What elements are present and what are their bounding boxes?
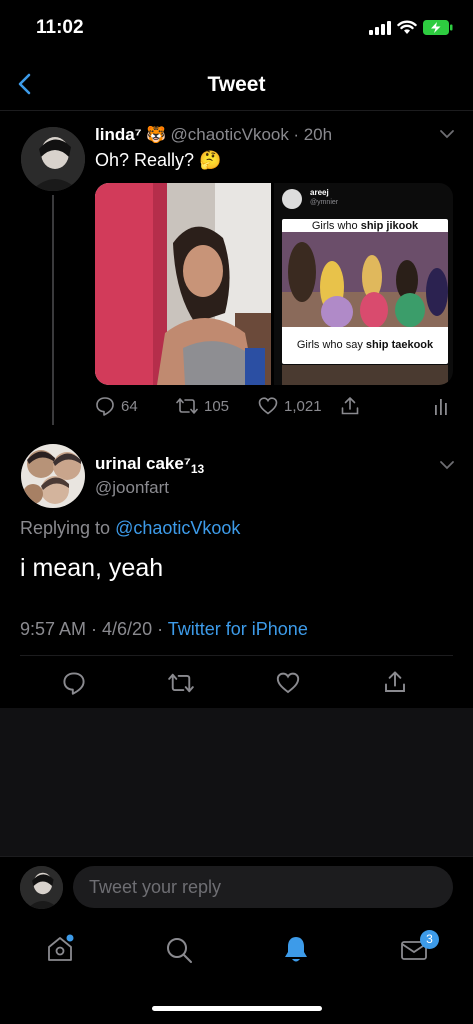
retweet-icon xyxy=(176,398,198,414)
analytics-action[interactable] xyxy=(433,397,449,420)
meme-caption-top: Girls who ship jikook xyxy=(311,220,419,232)
heart-icon xyxy=(258,397,278,415)
retweet-action[interactable]: 105 xyxy=(176,396,229,416)
reply-author-name: urinal cake⁷ xyxy=(95,454,191,473)
reply-menu-button[interactable] xyxy=(438,458,456,477)
replying-to-prefix: Replying to xyxy=(20,518,116,538)
reply-source[interactable]: Twitter for iPhone xyxy=(168,619,308,639)
reply-timestamp: 9:57 AM · 4/6/20 · xyxy=(20,619,168,639)
tweet-media[interactable]: areej @ymnier Girls who ship jikook Girl… xyxy=(95,183,453,385)
tab-notifications[interactable] xyxy=(283,935,309,970)
like-count: 1,021 xyxy=(284,397,322,415)
embedded-handle: @ymnier xyxy=(310,199,339,206)
bell-icon xyxy=(285,937,307,962)
chevron-down-icon xyxy=(440,130,454,139)
share-icon xyxy=(385,671,405,692)
reply-meta: 9:57 AM · 4/6/20 · Twitter for iPhone xyxy=(20,619,308,640)
author-name[interactable]: linda⁷ xyxy=(95,125,142,144)
analytics-icon xyxy=(435,399,447,415)
share-icon xyxy=(341,397,359,415)
reply-author-handle[interactable]: @joonfart xyxy=(95,478,169,498)
reply-icon xyxy=(96,397,114,416)
reply-text: i mean, yeah xyxy=(20,554,164,582)
tweet-text: Oh? Really? 🤔 xyxy=(95,150,222,170)
reply-button[interactable] xyxy=(62,671,86,700)
chevron-down-icon xyxy=(440,461,454,470)
replying-to: Replying to @chaoticVkook xyxy=(20,518,240,539)
thread-line xyxy=(52,195,54,425)
media-photo-left[interactable] xyxy=(95,183,271,385)
tweet-menu-button[interactable] xyxy=(438,127,456,146)
empty-replies-area xyxy=(0,708,473,856)
reply-icon xyxy=(63,672,85,695)
meme-image: Girls who ship jikook Girls who say ship… xyxy=(282,219,448,364)
signal-icon xyxy=(369,20,391,35)
reply-author-name-sub: 13 xyxy=(190,462,205,477)
status-icons xyxy=(369,20,453,35)
wifi-icon xyxy=(397,20,417,34)
avatar-photo xyxy=(21,127,85,191)
reply-action[interactable]: 64 xyxy=(95,396,138,416)
search-icon xyxy=(167,938,192,963)
reply-input[interactable]: Tweet your reply xyxy=(73,866,453,908)
heart-icon xyxy=(276,672,300,694)
embedded-avatar xyxy=(282,189,302,209)
home-icon xyxy=(48,934,74,961)
retweet-count: 105 xyxy=(204,397,230,415)
replying-to-handle[interactable]: @chaoticVkook xyxy=(115,518,240,538)
status-time: 11:02 xyxy=(36,17,84,38)
avatar-photo xyxy=(20,866,63,909)
meme-caption-bottom: Girls who say ship taekook xyxy=(296,339,434,351)
photo-woman xyxy=(95,183,271,385)
battery-icon xyxy=(423,20,453,35)
share-button[interactable] xyxy=(383,670,407,699)
embedded-name: areej xyxy=(310,188,329,197)
share-action[interactable] xyxy=(340,396,360,421)
like-action[interactable]: 1,021 xyxy=(258,396,322,416)
tab-search[interactable] xyxy=(165,936,193,969)
media-screenshot-right[interactable]: areej @ymnier Girls who ship jikook Girl… xyxy=(274,183,453,385)
tweet-header: linda⁷ 🐯 @chaoticVkook · 20h xyxy=(95,125,435,145)
retweet-button[interactable] xyxy=(168,671,194,700)
retweet-icon xyxy=(168,673,194,693)
avatar-collage xyxy=(21,444,85,508)
home-indicator xyxy=(152,1006,322,1011)
meme-princesses xyxy=(282,232,448,327)
author-handle[interactable]: @chaoticVkook xyxy=(171,125,289,144)
messages-badge: 3 xyxy=(420,930,439,949)
meme-bottom-strip xyxy=(282,365,448,385)
reply-count: 64 xyxy=(121,397,138,415)
divider xyxy=(20,655,453,656)
like-button[interactable] xyxy=(276,671,300,700)
reply-avatar[interactable] xyxy=(21,444,85,508)
avatar[interactable] xyxy=(21,127,85,191)
page-title: Tweet xyxy=(207,73,266,96)
tab-home[interactable] xyxy=(46,933,74,968)
composer-avatar[interactable] xyxy=(20,866,63,909)
tweet-time: · 20h xyxy=(293,125,333,144)
author-emoji: 🐯 xyxy=(146,127,167,144)
reply-author-name-wrap[interactable]: urinal cake⁷13 xyxy=(95,454,204,476)
